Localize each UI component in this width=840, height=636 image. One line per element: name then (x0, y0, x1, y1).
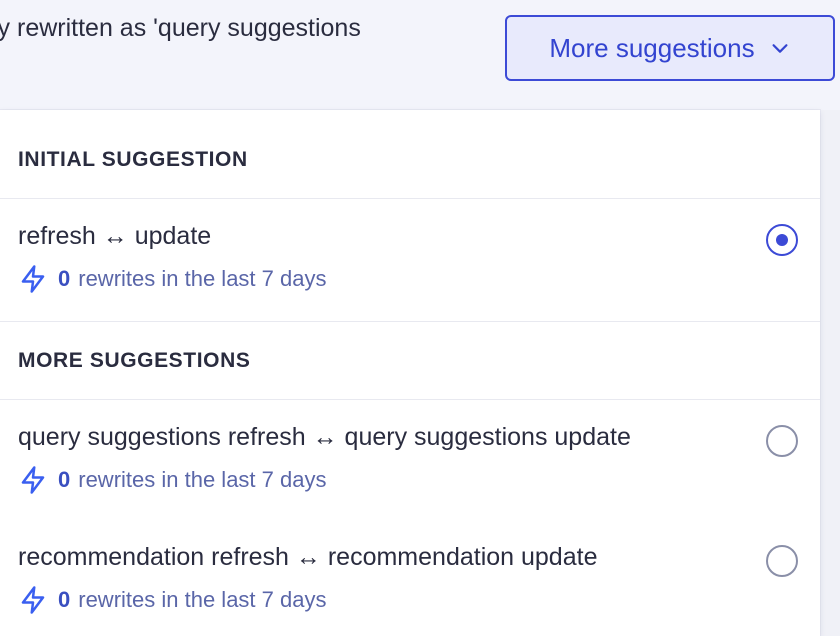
radio-unselected[interactable] (766, 425, 798, 457)
suggestion-option-query[interactable]: query suggestions refresh ↔ query sugges… (0, 423, 820, 495)
background-text: ly rewritten as 'query suggestions (0, 14, 361, 42)
suggestion-title: query suggestions refresh ↔ query sugges… (18, 423, 631, 451)
divider (0, 198, 820, 199)
radio-unselected[interactable] (766, 545, 798, 577)
rewrite-meta-text: rewrites in the last 7 days (78, 467, 327, 492)
rewrite-count: 0 (58, 266, 71, 291)
divider (0, 399, 820, 400)
suggestion-option-initial[interactable]: refresh ↔ update 0 rewrites in the last … (0, 222, 820, 294)
suggestion-meta: 0 rewrites in the last 7 days (18, 264, 326, 294)
suggestion-meta: 0 rewrites in the last 7 days (18, 585, 326, 615)
lightning-bolt-icon (21, 466, 45, 494)
rewrite-meta-text: rewrites in the last 7 days (78, 266, 327, 291)
rewrite-meta-text: rewrites in the last 7 days (78, 587, 327, 612)
radio-dot (776, 234, 788, 246)
suggestion-meta: 0 rewrites in the last 7 days (18, 465, 326, 495)
divider (0, 321, 820, 322)
background-strip (820, 110, 840, 636)
lightning-bolt-icon (21, 586, 45, 614)
suggestion-title: refresh ↔ update (18, 222, 212, 250)
rewrite-count: 0 (58, 587, 71, 612)
chevron-down-icon (772, 44, 788, 53)
background-description: ly rewritten as 'query suggestions (0, 0, 492, 60)
suggestion-title: recommendation refresh ↔ recommendation … (18, 543, 598, 571)
more-suggestions-button[interactable]: More suggestions (505, 15, 835, 81)
more-suggestions-label: More suggestions (549, 32, 755, 63)
initial-suggestion-heading: INITIAL SUGGESTION (18, 148, 248, 171)
suggestions-dropdown-panel: INITIAL SUGGESTION refresh ↔ update 0 re… (0, 110, 820, 636)
rewrite-count: 0 (58, 467, 71, 492)
lightning-bolt-icon (21, 265, 45, 293)
more-suggestions-heading: MORE SUGGESTIONS (18, 349, 251, 372)
suggestion-option-recommendation[interactable]: recommendation refresh ↔ recommendation … (0, 543, 820, 615)
radio-selected[interactable] (766, 224, 798, 256)
